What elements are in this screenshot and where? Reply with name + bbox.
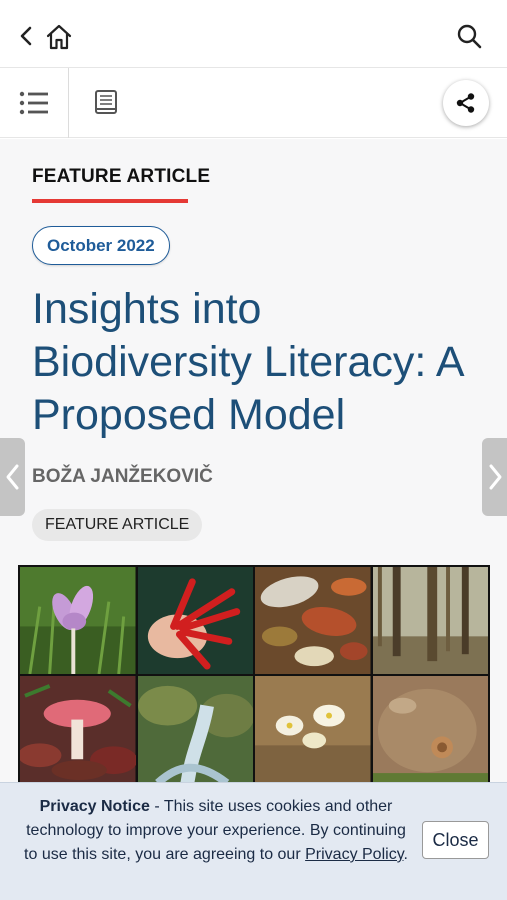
- list-icon[interactable]: [14, 86, 54, 120]
- home-icon[interactable]: [44, 22, 74, 52]
- privacy-notice-heading: Privacy Notice: [39, 798, 150, 815]
- search-icon[interactable]: [455, 22, 483, 50]
- chevron-right-icon: [489, 464, 501, 490]
- chevron-left-icon[interactable]: [14, 22, 40, 50]
- photo-white-flowers: [255, 676, 371, 783]
- privacy-policy-link[interactable]: Privacy Policy: [305, 846, 403, 863]
- share-button[interactable]: [443, 80, 489, 126]
- category-tag[interactable]: FEATURE ARTICLE: [32, 509, 203, 541]
- article-toolbar: [0, 68, 507, 138]
- photo-red-fungus: [137, 567, 253, 674]
- share-icon: [456, 93, 475, 113]
- photo-mossy-stream: [137, 676, 253, 783]
- next-article-button[interactable]: [482, 438, 507, 516]
- privacy-notice-text: Privacy Notice - This site uses cookies …: [18, 795, 414, 867]
- close-privacy-button[interactable]: Close: [422, 821, 489, 859]
- chevron-left-icon: [6, 464, 18, 490]
- privacy-notice-end: .: [403, 846, 408, 863]
- photo-purple-crocus: [20, 567, 136, 674]
- photo-red-mushroom: [20, 676, 136, 783]
- author-name[interactable]: BOŽA JANŽEKOVIČ: [32, 466, 213, 488]
- toolbar-divider: [68, 68, 69, 138]
- photo-snail-on-rock: [372, 676, 488, 783]
- photo-forest-trunks: [372, 567, 488, 674]
- photo-autumn-leaves: [255, 567, 371, 674]
- previous-article-button[interactable]: [0, 438, 25, 516]
- article-hero-image[interactable]: [18, 565, 490, 785]
- book-icon[interactable]: [90, 86, 122, 120]
- date-badge[interactable]: October 2022: [32, 226, 170, 265]
- top-navigation-bar: [0, 0, 507, 68]
- kicker-underline: [32, 199, 188, 203]
- article-title: Insights into Biodiversity Literacy: A P…: [32, 285, 463, 439]
- section-kicker: FEATURE ARTICLE: [32, 166, 211, 187]
